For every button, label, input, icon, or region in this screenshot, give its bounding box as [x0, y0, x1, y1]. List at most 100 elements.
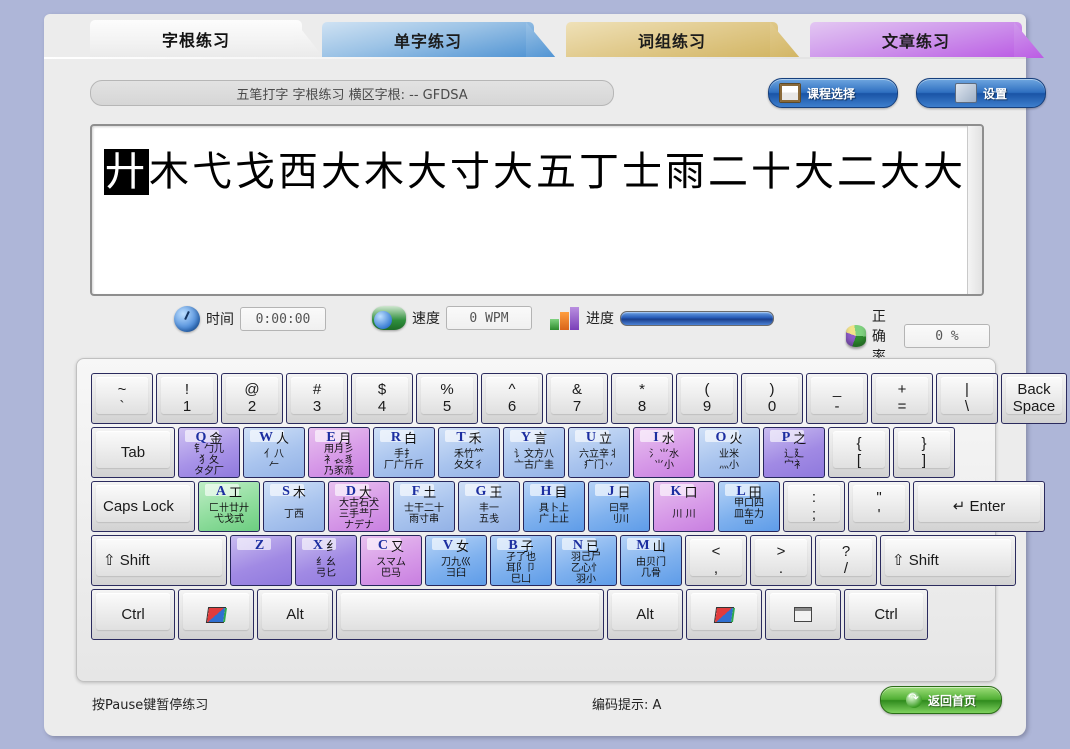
radical-line: 丁西 — [284, 508, 304, 520]
key-head: H目 — [527, 484, 581, 502]
key-`[interactable]: ~ ` — [91, 373, 153, 424]
key-p[interactable]: P 之辶廴 宀衤 — [763, 427, 825, 478]
key-n[interactable]: N 已羽己尸 乙心忄 羽小 — [555, 535, 617, 586]
radical-line: 弓匕 — [316, 568, 336, 579]
key-3[interactable]: #3 — [286, 373, 348, 424]
key-f[interactable]: F 土士干二十 雨寸串 — [393, 481, 455, 532]
key-b[interactable]: B 子孑了也 耳阝卩 巳凵 — [490, 535, 552, 586]
key-.[interactable]: >. — [750, 535, 812, 586]
key-y[interactable]: Y 言讠文方八 亠古广圭 — [503, 427, 565, 478]
key-7[interactable]: & 7 — [546, 373, 608, 424]
key-ctrl-0[interactable]: Ctrl — [91, 589, 175, 640]
key-5[interactable]: % 5 — [416, 373, 478, 424]
key-o[interactable]: O 火业米 灬小 — [698, 427, 760, 478]
key-shift-left[interactable]: ⇧ Shift — [91, 535, 227, 586]
key-label: Ctrl — [121, 605, 145, 623]
key-c[interactable]: C 又スマム 巴马 — [360, 535, 422, 586]
key-8[interactable]: * 8 — [611, 373, 673, 424]
course-select-button[interactable]: 课程选择 — [768, 78, 898, 108]
key-g[interactable]: G 王丰一 五戋 — [458, 481, 520, 532]
key-2[interactable]: @2 — [221, 373, 283, 424]
radical-line: 彐臼 — [446, 568, 466, 579]
radical-line: 厂广斤斤 — [384, 460, 424, 471]
key-space-3[interactable] — [336, 589, 604, 640]
course-select-label: 课程选择 — [807, 86, 856, 101]
radical-line: 亠古广圭 — [514, 460, 554, 471]
key-a[interactable]: A 工匚卄廿廾 弋戈式 — [198, 481, 260, 532]
key-radicals: 丁西 — [266, 498, 322, 530]
key-j[interactable]: J 日曰早 刂川 — [588, 481, 650, 532]
key-t[interactable]: T 禾禾竹⺮ 夂攵彳 — [438, 427, 500, 478]
home-button[interactable]: 返回首页 — [880, 686, 1002, 714]
key-head: O火 — [702, 430, 756, 448]
clock-icon — [174, 306, 200, 332]
key-d[interactable]: D 大大古石犬 三手龷厂 ナデナ — [328, 481, 390, 532]
key-0[interactable]: ) 0 — [741, 373, 803, 424]
key-][interactable]: }] — [893, 427, 955, 478]
radical-line: スマム — [376, 557, 406, 568]
radical-line: 乃豕㐬 — [324, 465, 354, 477]
key-h[interactable]: H 目具卜上 广上止 — [523, 481, 585, 532]
key-enter[interactable]: ↵ Enter — [913, 481, 1045, 532]
key-label: Alt — [636, 605, 654, 623]
key-label: | \ — [964, 381, 970, 415]
key-w[interactable]: W 人亻八 𠂉 — [243, 427, 305, 478]
key-1[interactable]: ! 1 — [156, 373, 218, 424]
return-arrow-icon — [905, 690, 922, 708]
key-head: W人 — [247, 430, 301, 448]
key-=[interactable]: + = — [871, 373, 933, 424]
key-4[interactable]: $4 — [351, 373, 413, 424]
key-/[interactable]: ? / — [815, 535, 877, 586]
settings-label: 设置 — [982, 86, 1007, 101]
key-alt-2[interactable]: Alt — [257, 589, 333, 640]
windows-icon — [207, 607, 225, 622]
key-r[interactable]: R 白手扌 厂广斤斤 — [373, 427, 435, 478]
key-,[interactable]: <, — [685, 535, 747, 586]
key-radicals: 丰一 五戋 — [461, 498, 517, 530]
key-tab[interactable]: Tab — [91, 427, 175, 478]
key-caps-lock[interactable]: Caps Lock — [91, 481, 195, 532]
tools-icon — [954, 83, 977, 103]
tab-wenzhang[interactable]: 文章练习 — [810, 22, 1044, 58]
tab-zigen[interactable]: 字根练习 — [90, 20, 324, 58]
key-m[interactable]: M 山由贝门 几骨 — [620, 535, 682, 586]
tab-cizu[interactable]: 词组练习 — [566, 22, 800, 58]
display-scrollbar[interactable] — [967, 126, 982, 294]
time-value: 0:00:00 — [240, 307, 326, 331]
radical-line: 几骨 — [641, 568, 661, 579]
key-Space[interactable]: Back Space — [1001, 373, 1067, 424]
key-q[interactable]: Q 金钅勹儿 犭夂 タ夕厂 — [178, 427, 240, 478]
key-label: ⇧ Shift — [892, 551, 939, 569]
tab-danzi[interactable]: 单字练习 — [322, 22, 556, 58]
key-windows-5[interactable] — [686, 589, 762, 640]
key-x[interactable]: X 纟纟幺 弓匕 — [295, 535, 357, 586]
settings-button[interactable]: 设置 — [916, 78, 1046, 108]
radical-line: 六立辛丬 — [579, 449, 619, 460]
key-e[interactable]: E 月用月彡 衤𧘇豸 乃豕㐬 — [308, 427, 370, 478]
key-ctrl-7[interactable]: Ctrl — [844, 589, 928, 640]
key-l[interactable]: L 田甲口四 皿车力罒 — [718, 481, 780, 532]
key-k[interactable]: K口川 川 — [653, 481, 715, 532]
key-s[interactable]: S 木丁西 — [263, 481, 325, 532]
key-shift-right[interactable]: ⇧ Shift — [880, 535, 1016, 586]
key-quote[interactable]: " ' — [848, 481, 910, 532]
key-[[interactable]: {[ — [828, 427, 890, 478]
key-z[interactable]: Z — [230, 535, 292, 586]
key-v[interactable]: V 女刀九巛 彐臼 — [425, 535, 487, 586]
key-\[interactable]: | \ — [936, 373, 998, 424]
key-radicals: スマム 巴马 — [363, 552, 419, 584]
key-label: Caps Lock — [103, 497, 174, 515]
key-i[interactable]: I 水氵⺌水 ⺌小 — [633, 427, 695, 478]
key-radicals: 孑了也 耳阝卩 巳凵 — [493, 552, 549, 585]
radical-line: 用月彡 — [324, 443, 354, 455]
key-label: Tab — [120, 443, 146, 461]
key-6[interactable]: ^ 6 — [481, 373, 543, 424]
key-menu-6[interactable] — [765, 589, 841, 640]
key--[interactable]: _ - — [806, 373, 868, 424]
key-semicolon[interactable]: :; — [783, 481, 845, 532]
key-windows-1[interactable] — [178, 589, 254, 640]
key-alt-4[interactable]: Alt — [607, 589, 683, 640]
key-u[interactable]: U 立六立辛丬 疒门丷 — [568, 427, 630, 478]
radical-line: 士干二十 — [404, 503, 444, 514]
key-9[interactable]: (9 — [676, 373, 738, 424]
